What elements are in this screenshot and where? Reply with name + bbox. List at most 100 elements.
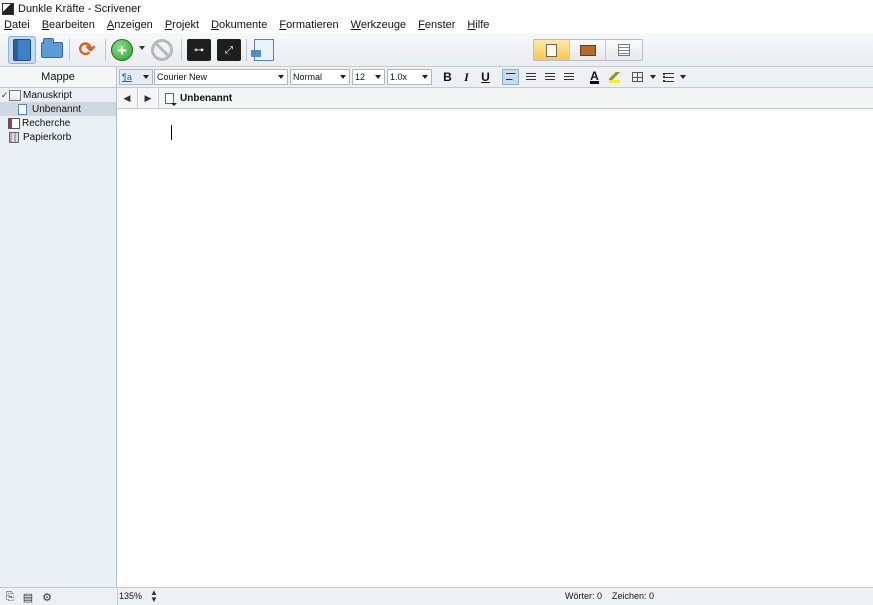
font-family-select[interactable]: Courier New bbox=[154, 69, 288, 85]
footer-bar: ⎘ ▤ ⚙ 135% ▲ ▼ Wörter: 0 Zeichen: 0 bbox=[0, 587, 873, 605]
app-icon bbox=[2, 2, 14, 15]
back-button[interactable]: ◀ bbox=[117, 88, 137, 109]
align-center-button[interactable] bbox=[522, 69, 539, 85]
new-document-icon: ⎘ bbox=[5, 590, 15, 603]
text-editor[interactable] bbox=[117, 109, 873, 587]
binder-item-recherche[interactable]: Recherche bbox=[0, 116, 116, 130]
binder-item-label: Recherche bbox=[22, 117, 71, 129]
text-color-icon: A bbox=[590, 68, 599, 84]
compile-icon bbox=[251, 39, 274, 61]
bold-button[interactable]: B bbox=[439, 69, 456, 85]
window-title: Dunkle Kräfte - Scrivener bbox=[18, 2, 141, 15]
char-count: Zeichen: 0 bbox=[612, 591, 655, 601]
menu-bar: Datei Bearbeiten Anzeigen Projekt Dokume… bbox=[0, 17, 873, 33]
binder-item-label: Papierkorb bbox=[23, 131, 72, 143]
font-size-value: 12 bbox=[355, 72, 366, 82]
highlighter-icon bbox=[609, 71, 620, 83]
chevron-down-icon bbox=[143, 75, 149, 79]
disclosure-open-icon[interactable]: ✓ bbox=[0, 90, 9, 101]
outliner-icon bbox=[618, 44, 630, 56]
table-button[interactable] bbox=[629, 69, 646, 85]
align-right-button[interactable] bbox=[541, 69, 558, 85]
back-arrow-icon: ◀ bbox=[123, 92, 131, 103]
menu-formatieren[interactable]: Formatieren bbox=[279, 19, 338, 31]
paragraph-style-select[interactable]: ¶a bbox=[119, 69, 153, 85]
corkboard-icon bbox=[579, 44, 596, 56]
underline-button[interactable]: U bbox=[477, 69, 494, 85]
align-left-button[interactable] bbox=[502, 69, 519, 85]
main-toolbar: ⟳ + ⊶ ⤢ bbox=[0, 33, 873, 67]
menu-fenster[interactable]: Fenster bbox=[418, 19, 455, 31]
settings-button[interactable]: ⚙ bbox=[40, 590, 54, 604]
text-color-button[interactable]: A bbox=[586, 69, 603, 85]
editor-header-bar: ◀ ▶ Unbenannt bbox=[117, 87, 873, 109]
trash-icon bbox=[9, 131, 19, 143]
toolbar-divider bbox=[181, 39, 182, 61]
text-document-icon bbox=[18, 103, 27, 115]
sync-icon: ⟳ bbox=[78, 39, 96, 61]
document-stats: Wörter: 0 Zeichen: 0 bbox=[565, 591, 654, 601]
list-chevron-down-icon[interactable] bbox=[680, 75, 686, 79]
title-bar: Dunkle Kräfte - Scrivener bbox=[0, 0, 873, 17]
delete-button[interactable] bbox=[148, 36, 176, 64]
menu-werkzeuge[interactable]: Werkzeuge bbox=[351, 19, 406, 31]
document-menu-icon[interactable] bbox=[165, 92, 177, 106]
menu-datei[interactable]: Datei bbox=[4, 19, 30, 31]
align-justify-button[interactable] bbox=[560, 69, 577, 85]
prohibited-icon bbox=[151, 39, 173, 61]
line-spacing-select[interactable]: 1.0x bbox=[387, 69, 432, 85]
header-divider bbox=[158, 87, 159, 109]
chevron-down-icon bbox=[340, 75, 346, 79]
binder-toggle-button[interactable] bbox=[8, 36, 36, 64]
chevron-down-icon bbox=[375, 75, 381, 79]
binder-item-papierkorb[interactable]: Papierkorb bbox=[0, 130, 116, 144]
fullscreen-icon: ⤢ bbox=[217, 39, 241, 61]
corkboard-view-button[interactable] bbox=[570, 40, 606, 60]
composition-mode-button[interactable]: ⤢ bbox=[215, 36, 243, 64]
key-icon: ⊶ bbox=[187, 39, 211, 61]
compile-button[interactable] bbox=[250, 36, 278, 64]
menu-dokumente[interactable]: Dokumente bbox=[211, 19, 267, 31]
add-folder-button[interactable]: ▤ bbox=[21, 590, 35, 604]
quick-reference-button[interactable]: ⊶ bbox=[185, 36, 213, 64]
binder-sidebar: Mappe ✓ Manuskript Unbenannt Recherche P… bbox=[0, 67, 117, 587]
word-count: Wörter: 0 bbox=[565, 591, 603, 601]
view-mode-group bbox=[533, 39, 643, 61]
bullet-list-icon bbox=[663, 72, 674, 82]
binder-item-label: Unbenannt bbox=[32, 103, 81, 115]
binder-header: Mappe bbox=[0, 67, 116, 88]
forward-button[interactable]: ▶ bbox=[138, 88, 158, 109]
list-button[interactable] bbox=[660, 69, 677, 85]
gear-icon: ⚙ bbox=[42, 591, 52, 604]
toolbar-divider bbox=[246, 39, 247, 61]
font-style-select[interactable]: Normal bbox=[290, 69, 350, 85]
collections-button[interactable] bbox=[38, 36, 66, 64]
highlight-button[interactable] bbox=[606, 69, 623, 85]
menu-hilfe[interactable]: Hilfe bbox=[467, 19, 489, 31]
line-spacing-value: 1.0x bbox=[390, 72, 408, 82]
add-menu-chevron-icon[interactable] bbox=[139, 46, 145, 50]
footer-divider bbox=[117, 588, 118, 605]
italic-button[interactable]: I bbox=[458, 69, 475, 85]
table-chevron-down-icon[interactable] bbox=[650, 75, 656, 79]
menu-bearbeiten[interactable]: Bearbeiten bbox=[42, 19, 95, 31]
scrivenings-view-button[interactable] bbox=[534, 40, 570, 60]
sync-button[interactable]: ⟳ bbox=[73, 36, 101, 64]
chevron-down-icon bbox=[422, 75, 428, 79]
menu-projekt[interactable]: Projekt bbox=[165, 19, 199, 31]
zoom-stepper-icon[interactable]: ▲ ▼ bbox=[150, 589, 158, 604]
folder-icon bbox=[41, 38, 63, 58]
menu-anzeigen[interactable]: Anzeigen bbox=[107, 19, 153, 31]
add-item-button[interactable]: ⎘ bbox=[3, 590, 17, 604]
plus-icon: + bbox=[111, 39, 133, 61]
binder-item-unbenannt[interactable]: Unbenannt bbox=[0, 102, 116, 116]
outliner-view-button[interactable] bbox=[606, 40, 642, 60]
font-size-select[interactable]: 12 bbox=[352, 69, 385, 85]
zoom-level[interactable]: 135% bbox=[119, 591, 142, 601]
font-style-value: Normal bbox=[293, 72, 323, 82]
align-justify-icon bbox=[563, 73, 574, 81]
research-folder-icon bbox=[8, 117, 20, 129]
binder-item-manuskript[interactable]: ✓ Manuskript bbox=[0, 88, 116, 102]
binder-item-label: Manuskript bbox=[23, 89, 72, 101]
add-button[interactable]: + bbox=[108, 36, 136, 64]
